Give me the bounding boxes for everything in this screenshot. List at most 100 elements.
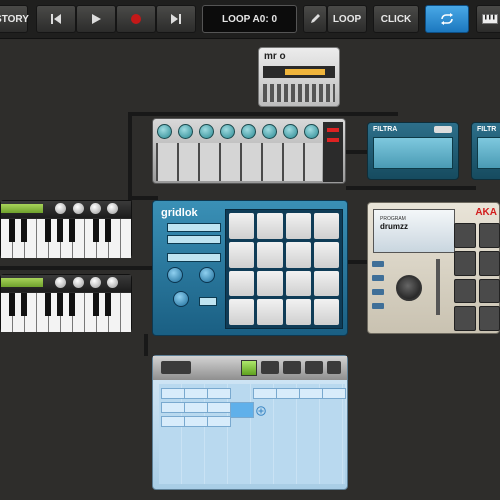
drum-pad[interactable] [285,270,311,297]
keyboard-synth[interactable] [0,274,132,332]
record-button[interactable] [116,5,156,33]
akai-button[interactable] [372,289,384,295]
clip-launcher[interactable] [152,355,348,490]
clip-slot-selected[interactable] [230,402,254,418]
mro-buttons[interactable] [263,84,335,102]
black-key[interactable] [45,219,51,242]
akai-pad[interactable] [454,223,476,248]
akai-data-dial[interactable] [396,275,422,301]
drum-pad[interactable] [313,270,339,297]
drum-pad[interactable] [229,241,255,268]
clip-slot[interactable] [207,402,231,413]
clip-slot[interactable] [253,388,277,399]
mixer-knob[interactable] [283,124,298,139]
mixer-knob[interactable] [241,124,256,139]
drum-pad[interactable] [313,299,339,325]
black-key[interactable] [45,293,51,316]
black-key[interactable] [21,293,27,316]
drum-pad[interactable] [229,299,255,325]
gridlok-toggle[interactable] [199,297,217,306]
rewind-button[interactable] [36,5,76,33]
launcher-button[interactable] [327,361,341,374]
akai-button[interactable] [372,303,384,309]
drum-pad[interactable] [229,213,255,239]
akai-pad[interactable] [454,306,476,331]
clip-slot[interactable] [207,416,231,427]
launcher-button[interactable] [261,361,279,374]
mixer-knob[interactable] [304,124,319,139]
clip-slot[interactable] [161,388,185,399]
akai-pad[interactable] [478,306,500,331]
keyboard-knob[interactable] [90,277,101,288]
clip-slot[interactable] [276,388,300,399]
play-button[interactable] [76,5,116,33]
black-key[interactable] [57,293,63,316]
keyboard-synth[interactable] [0,200,132,258]
black-key[interactable] [9,293,15,316]
black-key[interactable] [93,293,99,316]
keyboard-button[interactable] [476,5,500,33]
black-key[interactable] [69,293,75,316]
akai-button[interactable] [372,261,384,267]
gridlok-field[interactable] [167,253,221,262]
mixer-master-section[interactable] [323,122,343,182]
black-key[interactable] [21,219,27,242]
drum-pad[interactable] [257,241,283,268]
drum-pad[interactable] [313,241,339,268]
gridlok-drum-machine[interactable]: gridlok [152,200,348,336]
mro-device[interactable]: mr o [258,47,340,107]
drum-pad[interactable] [257,299,283,325]
launcher-button[interactable] [283,361,301,374]
gridlok-field[interactable] [167,223,221,232]
drum-pad[interactable] [313,213,339,239]
filtra-device[interactable]: FILTR [471,122,500,180]
black-key[interactable] [69,219,75,242]
clip-slot[interactable] [184,388,208,399]
gridlok-knob[interactable] [167,267,183,283]
mixer-knob[interactable] [220,124,235,139]
mixer-knob[interactable] [157,124,172,139]
akai-pad[interactable] [478,278,500,304]
drum-pad[interactable] [257,213,283,239]
skip-forward-button[interactable] [156,5,196,33]
keyboard-knob[interactable] [90,203,101,214]
loop-button[interactable]: LOOP [327,5,367,33]
add-clip-icon[interactable] [256,406,266,416]
clip-slot[interactable] [322,388,346,399]
black-key[interactable] [105,219,111,242]
gridlok-knob[interactable] [199,267,215,283]
launcher-button[interactable] [305,361,323,374]
gridlok-knob[interactable] [173,291,189,307]
keyboard-knob[interactable] [107,277,118,288]
clip-slot[interactable] [161,416,185,427]
filtra-switch[interactable] [434,126,452,133]
mixer-knob[interactable] [199,124,214,139]
black-key[interactable] [57,219,63,242]
akai-button[interactable] [372,275,384,281]
launcher-button[interactable] [161,361,191,374]
akai-sampler[interactable]: PROGRAM drumzz AKA [367,202,500,334]
akai-pad[interactable] [478,223,500,248]
akai-pad[interactable] [454,250,476,276]
pencil-button[interactable] [303,5,327,33]
mixer-faders[interactable] [156,143,322,181]
history-button[interactable]: STORY [0,5,29,33]
clip-slot[interactable] [299,388,323,399]
drum-pad[interactable] [285,213,311,239]
mixer-knob[interactable] [262,124,277,139]
clip-slot[interactable] [161,402,185,413]
akai-fader[interactable] [436,259,440,315]
keyboard-knob[interactable] [107,203,118,214]
keyboard-knob[interactable] [55,277,66,288]
black-key[interactable] [93,219,99,242]
drum-pad[interactable] [285,241,311,268]
keyboard-knob[interactable] [55,203,66,214]
drum-pad[interactable] [257,270,283,297]
mixer-device[interactable] [152,118,346,184]
clip-slot[interactable] [207,388,231,399]
mixer-knob[interactable] [178,124,193,139]
akai-pad[interactable] [478,250,500,276]
gridlok-field[interactable] [167,235,221,244]
sync-button[interactable] [425,5,469,33]
black-key[interactable] [105,293,111,316]
